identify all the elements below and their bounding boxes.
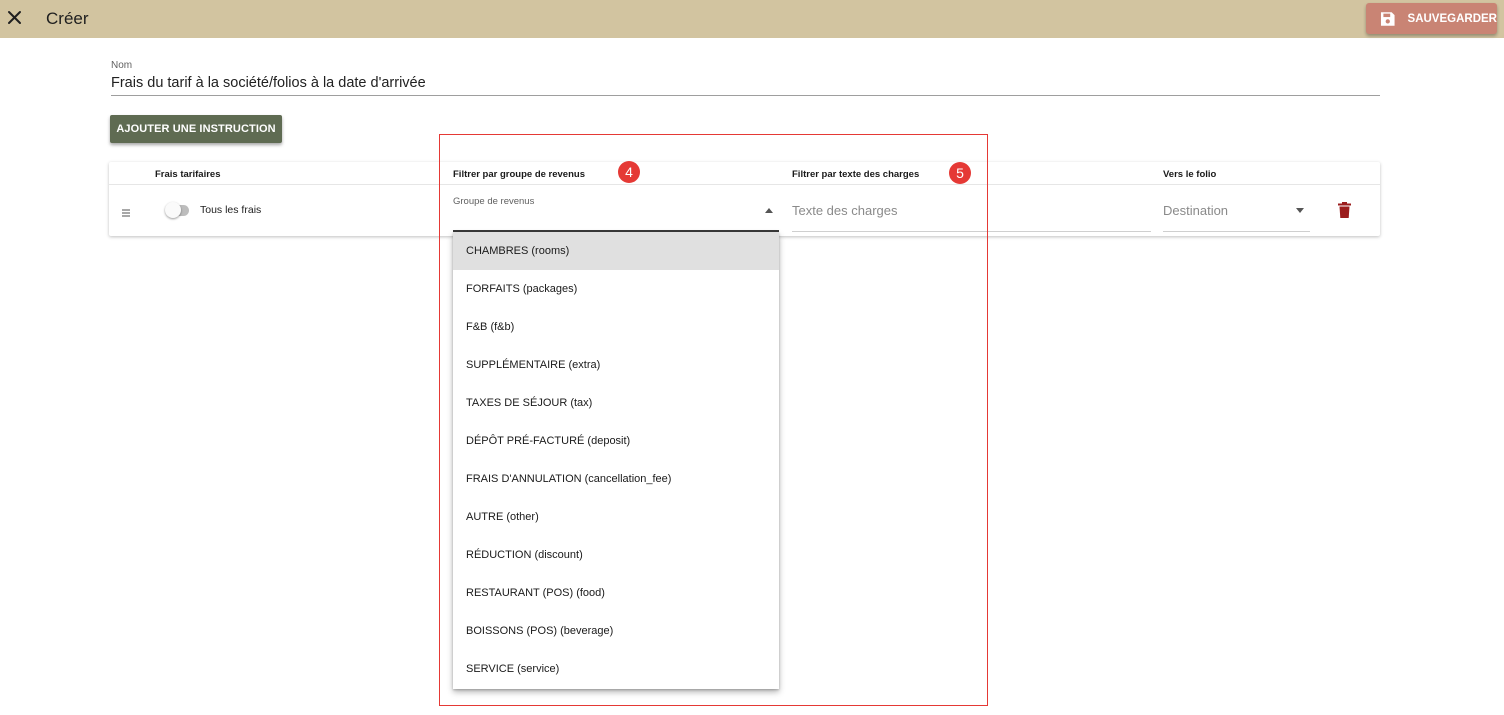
dropdown-option[interactable]: TAXES DE SÉJOUR (tax): [453, 384, 779, 422]
floppy-disk-icon: [1380, 11, 1395, 26]
column-header-revenue-group: Filtrer par groupe de revenus: [453, 169, 585, 180]
charges-value: Tous les frais: [200, 204, 262, 216]
column-header-folio: Vers le folio: [1163, 169, 1217, 180]
card-header-divider: [109, 184, 1380, 185]
annotation-badge-4: 4: [618, 161, 640, 183]
dropdown-option[interactable]: AUTRE (other): [453, 498, 779, 536]
toggle-thumb: [165, 202, 181, 218]
save-button[interactable]: SAUVEGARDER: [1366, 3, 1497, 34]
annotation-badge-5: 5: [949, 162, 971, 184]
top-app-bar: Créer SAUVEGARDER: [0, 0, 1504, 38]
dropdown-option[interactable]: BOISSONS (POS) (beverage): [453, 612, 779, 650]
dropdown-option[interactable]: DÉPÔT PRÉ-FACTURÉ (deposit): [453, 422, 779, 460]
add-instruction-button[interactable]: AJOUTER UNE INSTRUCTION: [110, 115, 282, 143]
revenue-group-label: Groupe de revenus: [453, 196, 535, 207]
column-header-charge-text: Filtrer par texte des charges: [792, 169, 920, 180]
save-button-label: SAUVEGARDER: [1407, 12, 1497, 25]
dropdown-option[interactable]: CHAMBRES (rooms): [453, 232, 779, 270]
charge-text-placeholder: Texte des charges: [792, 203, 898, 218]
column-header-charges: Frais tarifaires: [155, 169, 221, 180]
trash-icon[interactable]: [1338, 202, 1351, 218]
close-icon[interactable]: [6, 8, 24, 28]
drag-handle-icon[interactable]: [120, 205, 132, 217]
dropdown-option[interactable]: FORFAITS (packages): [453, 270, 779, 308]
arrow-down-icon: [1296, 208, 1304, 213]
page-title: Créer: [46, 9, 89, 28]
charge-text-input[interactable]: Texte des charges: [792, 195, 1151, 232]
dropdown-option[interactable]: SERVICE (service): [453, 650, 779, 688]
dropdown-option[interactable]: SUPPLÉMENTAIRE (extra): [453, 346, 779, 384]
name-field[interactable]: Frais du tarif à la société/folios à la …: [111, 75, 426, 91]
charges-toggle[interactable]: [165, 202, 191, 218]
arrow-up-icon: [765, 208, 773, 213]
name-field-label: Nom: [111, 60, 133, 71]
dropdown-option[interactable]: FRAIS D'ANNULATION (cancellation_fee): [453, 460, 779, 498]
revenue-group-dropdown: CHAMBRES (rooms) FORFAITS (packages) F&B…: [453, 232, 779, 689]
name-field-underline: [111, 95, 1380, 96]
destination-placeholder: Destination: [1163, 203, 1229, 218]
dropdown-option[interactable]: RÉDUCTION (discount): [453, 536, 779, 574]
destination-select[interactable]: Destination: [1163, 195, 1310, 232]
dropdown-option[interactable]: RESTAURANT (POS) (food): [453, 574, 779, 612]
revenue-group-select[interactable]: Groupe de revenus: [453, 192, 779, 232]
dropdown-option[interactable]: F&B (f&b): [453, 308, 779, 346]
